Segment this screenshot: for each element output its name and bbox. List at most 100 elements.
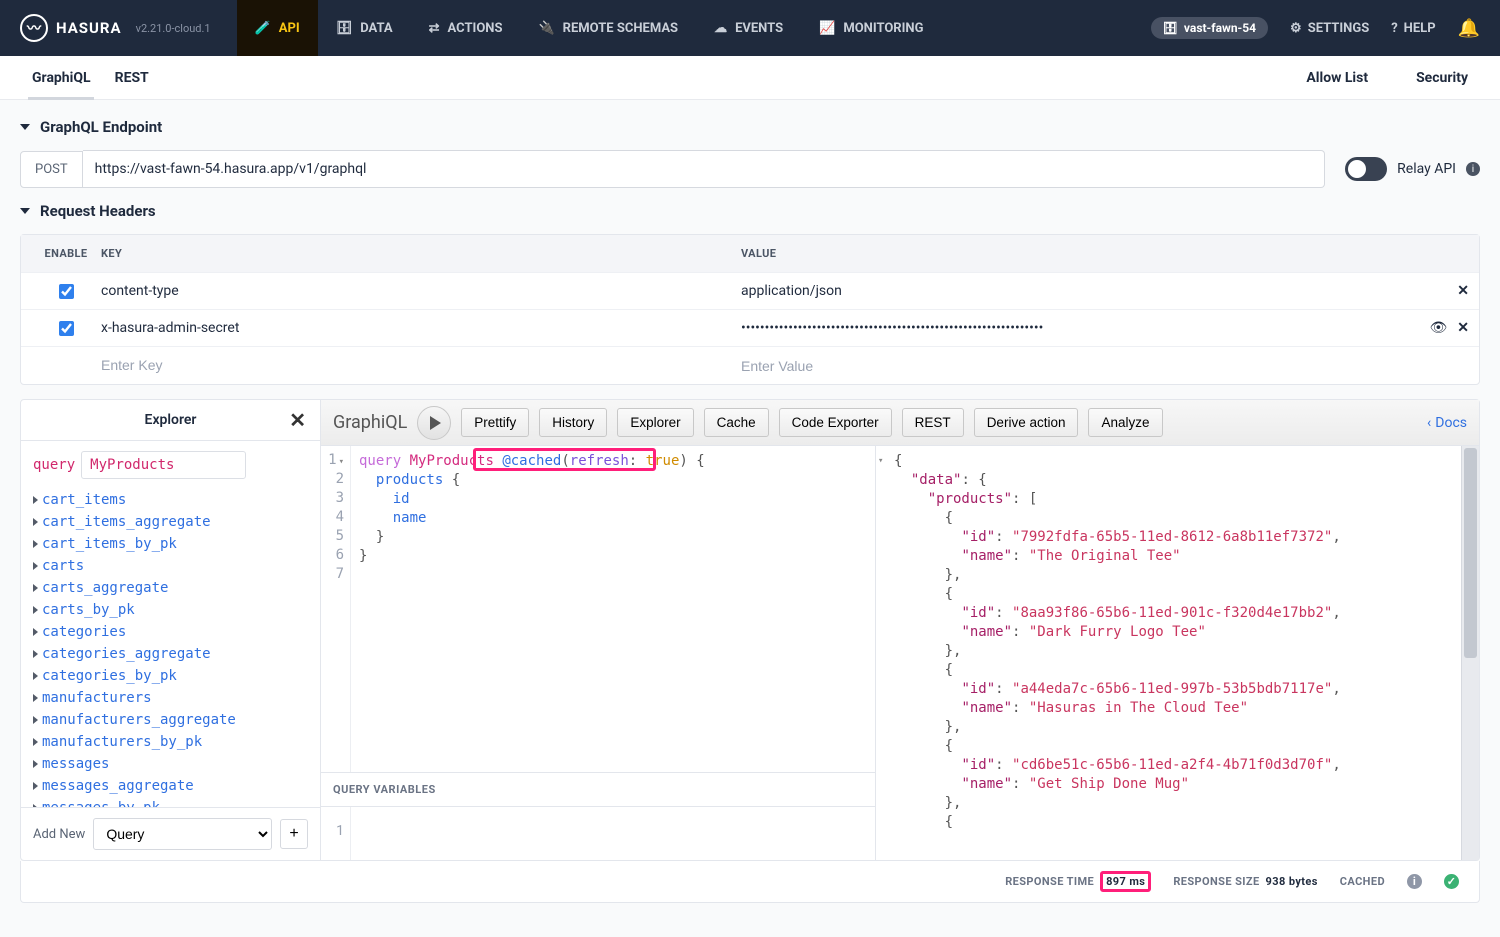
tree-item[interactable]: cart_items_aggregate [33, 511, 308, 533]
nav-tab-remote-schemas[interactable]: 🔌REMOTE SCHEMAS [520, 0, 696, 56]
graphiql-title: GraphiQL [333, 412, 407, 433]
tree-item[interactable]: categories_by_pk [33, 665, 308, 687]
query-variables-editor[interactable]: 1 [321, 806, 875, 860]
caret-right-icon [33, 562, 38, 570]
top-nav: 〰 HASURA v2.21.0-cloud.1 🧪API 🗄DATA ⇄ACT… [0, 0, 1500, 56]
tree-item[interactable]: categories [33, 621, 308, 643]
tree-item[interactable]: manufacturers [33, 687, 308, 709]
add-new-select[interactable]: Query [93, 818, 272, 850]
tree-item[interactable]: manufacturers_by_pk [33, 731, 308, 753]
remove-header-icon[interactable]: ✕ [1457, 283, 1469, 299]
reveal-secret-icon[interactable]: 👁 [1429, 320, 1447, 336]
sub-tabs: GraphiQL REST Allow List Security [0, 56, 1500, 100]
header-value-masked[interactable]: ••••••••••••••••••••••••••••••••••••••••… [741, 320, 1043, 336]
response-size-value: 938 bytes [1266, 875, 1318, 888]
tree-item[interactable]: messages [33, 753, 308, 775]
tree-item[interactable]: messages_aggregate [33, 775, 308, 797]
prettify-button[interactable]: Prettify [461, 408, 529, 437]
header-key-input[interactable] [101, 357, 741, 373]
response-footer: RESPONSE TIME 897 ms RESPONSE SIZE 938 b… [20, 861, 1480, 903]
endpoint-section-toggle[interactable]: GraphQL Endpoint [20, 118, 1480, 136]
run-query-button[interactable] [417, 406, 451, 440]
help-icon: ? [1391, 21, 1397, 36]
nav-tab-actions[interactable]: ⇄ACTIONS [411, 0, 521, 56]
header-value[interactable]: application/json [741, 283, 842, 299]
nav-tab-monitoring[interactable]: 📈MONITORING [801, 0, 941, 56]
col-key: KEY [101, 247, 741, 260]
explorer-title: Explorer [145, 412, 197, 428]
header-row-new [21, 346, 1479, 384]
nav-tab-api[interactable]: 🧪API [237, 0, 318, 56]
header-key[interactable]: x-hasura-admin-secret [101, 320, 239, 336]
relay-toggle[interactable] [1345, 157, 1387, 181]
nav-tab-events[interactable]: ☁EVENTS [696, 0, 801, 56]
rest-button[interactable]: REST [902, 408, 964, 437]
tree-item[interactable]: carts [33, 555, 308, 577]
flask-icon: 🧪 [255, 21, 271, 36]
caret-right-icon [33, 760, 38, 768]
endpoint-section-title: GraphQL Endpoint [40, 118, 162, 136]
tree-item[interactable]: messages_by_pk [33, 797, 308, 807]
explorer-panel: Explorer ✕ query cart_itemscart_items_ag… [21, 400, 321, 860]
col-enable: ENABLE [31, 247, 101, 260]
logo[interactable]: 〰 HASURA v2.21.0-cloud.1 [20, 14, 211, 42]
remove-header-icon[interactable]: ✕ [1457, 320, 1469, 336]
subtab-allowlist[interactable]: Allow List [1294, 56, 1380, 100]
response-size-label: RESPONSE SIZE [1173, 875, 1259, 888]
query-editor-pane: 1▾234567 query MyProducts @cached(refres… [321, 446, 876, 860]
settings-link[interactable]: ⚙SETTINGS [1290, 21, 1369, 36]
tree-item[interactable]: manufacturers_aggregate [33, 709, 308, 731]
code-exporter-button[interactable]: Code Exporter [779, 408, 892, 437]
query-editor[interactable]: 1▾234567 query MyProducts @cached(refres… [321, 446, 875, 772]
headers-section-title: Request Headers [40, 202, 156, 220]
tree-item[interactable]: carts_aggregate [33, 577, 308, 599]
add-new-button[interactable]: + [280, 819, 308, 849]
graphiql-toolbar: GraphiQL Prettify History Explorer Cache… [321, 400, 1479, 446]
caret-right-icon [33, 716, 38, 724]
info-icon[interactable]: i [1466, 162, 1480, 176]
close-icon[interactable]: ✕ [289, 408, 306, 432]
header-key[interactable]: content-type [101, 283, 179, 299]
http-method: POST [20, 151, 83, 188]
notifications-icon[interactable]: 🔔 [1458, 18, 1480, 39]
nav-right: 🗄vast-fawn-54 ⚙SETTINGS ?HELP 🔔 [1151, 17, 1480, 39]
tree-item[interactable]: carts_by_pk [33, 599, 308, 621]
cache-button[interactable]: Cache [704, 408, 769, 437]
actions-icon: ⇄ [429, 21, 440, 36]
cached-label: CACHED [1340, 875, 1385, 888]
query-name-input[interactable] [81, 451, 246, 479]
subtab-graphiql[interactable]: GraphiQL [20, 56, 103, 100]
subtab-rest[interactable]: REST [103, 56, 161, 100]
tree-item[interactable]: cart_items_by_pk [33, 533, 308, 555]
info-icon[interactable]: i [1407, 874, 1422, 889]
nav-tab-data[interactable]: 🗄DATA [318, 0, 411, 56]
tree-item[interactable]: categories_aggregate [33, 643, 308, 665]
scrollbar[interactable] [1461, 446, 1479, 860]
docs-button[interactable]: ‹Docs [1427, 415, 1467, 431]
query-keyword: query [33, 457, 75, 473]
subtab-security[interactable]: Security [1404, 56, 1480, 100]
chevron-left-icon: ‹ [1427, 415, 1431, 431]
analyze-button[interactable]: Analyze [1088, 408, 1162, 437]
caret-right-icon [33, 672, 38, 680]
database-icon: 🗄 [336, 21, 353, 36]
derive-action-button[interactable]: Derive action [974, 408, 1079, 437]
caret-right-icon [33, 606, 38, 614]
explorer-button[interactable]: Explorer [617, 408, 693, 437]
plug-icon: 🔌 [538, 21, 554, 36]
caret-right-icon [33, 540, 38, 548]
headers-section-toggle[interactable]: Request Headers [20, 202, 1480, 220]
history-button[interactable]: History [539, 408, 607, 437]
header-row: content-type application/json ✕ [21, 272, 1479, 309]
header-enable-checkbox[interactable] [59, 321, 74, 336]
query-variables-header[interactable]: QUERY VARIABLES [321, 772, 875, 806]
help-link[interactable]: ?HELP [1391, 21, 1435, 36]
success-icon: ✓ [1444, 874, 1459, 889]
endpoint-url[interactable]: https://vast-fawn-54.hasura.app/v1/graph… [83, 150, 1326, 188]
header-value-input[interactable] [741, 358, 1413, 374]
tree-item[interactable]: cart_items [33, 489, 308, 511]
project-selector[interactable]: 🗄vast-fawn-54 [1151, 17, 1268, 39]
col-value: VALUE [741, 247, 1469, 260]
header-enable-checkbox[interactable] [59, 284, 74, 299]
caret-right-icon [33, 694, 38, 702]
